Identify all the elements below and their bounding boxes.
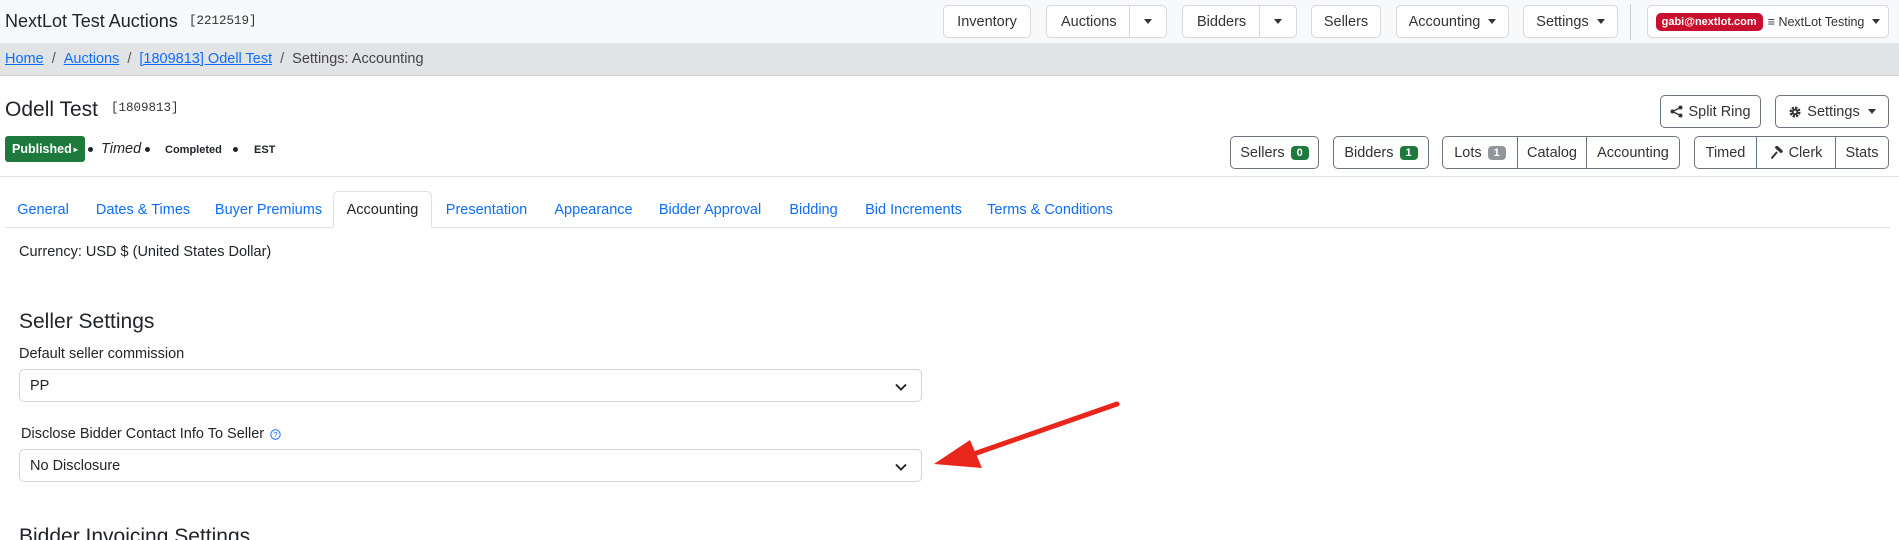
share-nodes-icon xyxy=(1670,105,1683,118)
brand-id: [2212519] xyxy=(189,14,257,28)
auction-state: Completed xyxy=(165,144,222,156)
svg-text:?: ? xyxy=(274,430,278,439)
seller-commission-select[interactable]: PP xyxy=(19,369,922,402)
breadcrumb-auctions-link[interactable]: Auctions xyxy=(64,51,120,67)
commission-selected-value: PP xyxy=(30,377,50,394)
auction-timezone: EST xyxy=(254,144,276,156)
bidder-invoicing-heading: Bidder Invoicing Settings xyxy=(19,525,251,540)
separator-dot xyxy=(145,147,150,152)
stats-button[interactable]: Stats xyxy=(1836,136,1889,169)
tab-accounting[interactable]: Accounting xyxy=(333,191,432,228)
clerk-button[interactable]: Clerk xyxy=(1757,136,1836,169)
commission-label: Default seller commission xyxy=(19,346,185,362)
catalog-label: Catalog xyxy=(1527,144,1577,161)
auctions-button[interactable]: Auctions xyxy=(1046,5,1167,38)
disclose-label-row: Disclose Bidder Contact Info To Seller ? xyxy=(21,426,281,442)
bidders-count-label: Bidders xyxy=(1344,144,1394,161)
stats-label: Stats xyxy=(1845,144,1879,161)
caret-down-icon xyxy=(1144,19,1152,24)
annotation-arrow-icon xyxy=(934,401,1120,468)
user-account-label: ≡ NextLot Testing xyxy=(1767,14,1865,29)
lots-button[interactable]: Lots 1 xyxy=(1442,136,1518,169)
chevron-down-icon xyxy=(895,460,907,476)
published-status-label: Published xyxy=(12,142,72,156)
auction-settings-button[interactable]: Settings xyxy=(1775,95,1889,128)
auctions-label: Auctions xyxy=(1061,13,1117,30)
inventory-button[interactable]: Inventory xyxy=(943,5,1031,38)
separator-dot xyxy=(233,147,238,152)
caret-down-icon xyxy=(1274,19,1282,24)
bidders-count-badge: 1 xyxy=(1399,145,1418,160)
caret-down-icon xyxy=(1596,19,1605,24)
accounting-button[interactable]: Accounting xyxy=(1587,136,1680,169)
chevron-down-icon xyxy=(895,380,907,396)
tab-general[interactable]: General xyxy=(5,191,81,228)
breadcrumb: Home / Auctions / [1809813] Odell Test /… xyxy=(5,51,424,67)
gear-icon xyxy=(1788,105,1802,119)
lots-count-badge: 1 xyxy=(1487,145,1506,160)
gavel-icon xyxy=(1770,145,1784,160)
accounting-nav-button[interactable]: Accounting xyxy=(1396,5,1509,38)
bidders-label: Bidders xyxy=(1197,13,1247,30)
disclose-contact-select[interactable]: No Disclosure xyxy=(19,449,922,482)
tab-terms-conditions[interactable]: Terms & Conditions xyxy=(976,191,1124,228)
caret-down-icon xyxy=(1867,109,1876,114)
user-menu-button[interactable]: gabi@nextlot.com ≡ NextLot Testing xyxy=(1647,5,1889,38)
tab-appearance[interactable]: Appearance xyxy=(543,191,644,228)
caret-right-icon: ▸ xyxy=(73,144,78,154)
published-status-button[interactable]: Published ▸ xyxy=(5,136,85,162)
sellers-nav-button[interactable]: Sellers xyxy=(1311,5,1381,38)
tab-buyer-premiums[interactable]: Buyer Premiums xyxy=(205,191,332,228)
auction-title: Odell Test xyxy=(5,98,98,121)
auction-settings-label: Settings xyxy=(1807,103,1860,120)
lots-label: Lots xyxy=(1454,144,1482,161)
breadcrumb-auction-link[interactable]: [1809813] Odell Test xyxy=(139,51,272,67)
navbar-divider xyxy=(1630,4,1631,40)
brand-title[interactable]: NextLot Test Auctions xyxy=(5,11,178,32)
caret-down-icon xyxy=(1872,19,1881,24)
question-circle-icon[interactable]: ? xyxy=(270,428,281,440)
catalog-button[interactable]: Catalog xyxy=(1518,136,1587,169)
timed-button[interactable]: Timed xyxy=(1694,136,1757,169)
tab-dates-times[interactable]: Dates & Times xyxy=(83,191,203,228)
accounting-button-label: Accounting xyxy=(1597,144,1669,161)
auction-type: Timed xyxy=(101,141,142,157)
split-ring-label: Split Ring xyxy=(1688,103,1751,120)
disclose-label: Disclose Bidder Contact Info To Seller xyxy=(21,426,265,442)
accounting-label: Accounting xyxy=(1408,13,1481,30)
tab-presentation[interactable]: Presentation xyxy=(434,191,539,228)
bidders-count-button[interactable]: Bidders 1 xyxy=(1333,136,1429,169)
top-navbar: NextLot Test Auctions [2212519] Inventor… xyxy=(0,0,1899,44)
seller-settings-heading: Seller Settings xyxy=(19,310,155,333)
user-email-badge: gabi@nextlot.com xyxy=(1655,12,1763,31)
split-ring-button[interactable]: Split Ring xyxy=(1660,95,1761,128)
bidders-button[interactable]: Bidders xyxy=(1182,5,1297,38)
clerk-label: Clerk xyxy=(1788,144,1823,161)
breadcrumb-current: Settings: Accounting xyxy=(292,51,424,67)
sellers-label: Sellers xyxy=(1323,13,1369,30)
breadcrumb-separator: / xyxy=(51,51,56,67)
timed-label: Timed xyxy=(1705,144,1746,161)
caret-down-icon xyxy=(1488,19,1497,24)
sellers-count-button[interactable]: Sellers 0 xyxy=(1230,136,1319,169)
breadcrumb-separator: / xyxy=(280,51,285,67)
bidders-dropdown-toggle[interactable] xyxy=(1259,6,1296,37)
currency-text: Currency: USD $ (United States Dollar) xyxy=(19,244,272,260)
breadcrumb-home-link[interactable]: Home xyxy=(5,51,44,67)
auctions-dropdown-toggle[interactable] xyxy=(1129,6,1166,37)
sellers-count-badge: 0 xyxy=(1290,145,1309,160)
settings-label: Settings xyxy=(1536,13,1589,30)
tab-bidder-approval[interactable]: Bidder Approval xyxy=(648,191,772,228)
tab-bid-increments[interactable]: Bid Increments xyxy=(855,191,972,228)
auction-id: [1809813] xyxy=(111,101,179,115)
header-divider xyxy=(0,176,1899,177)
separator-dot xyxy=(88,147,93,152)
inventory-label: Inventory xyxy=(957,13,1017,30)
disclose-selected-value: No Disclosure xyxy=(30,457,121,474)
settings-nav-button[interactable]: Settings xyxy=(1523,5,1618,38)
tab-bidding[interactable]: Bidding xyxy=(776,191,851,228)
breadcrumb-bar: Home / Auctions / [1809813] Odell Test /… xyxy=(0,44,1899,76)
sellers-count-label: Sellers xyxy=(1240,144,1285,161)
breadcrumb-separator: / xyxy=(127,51,132,67)
